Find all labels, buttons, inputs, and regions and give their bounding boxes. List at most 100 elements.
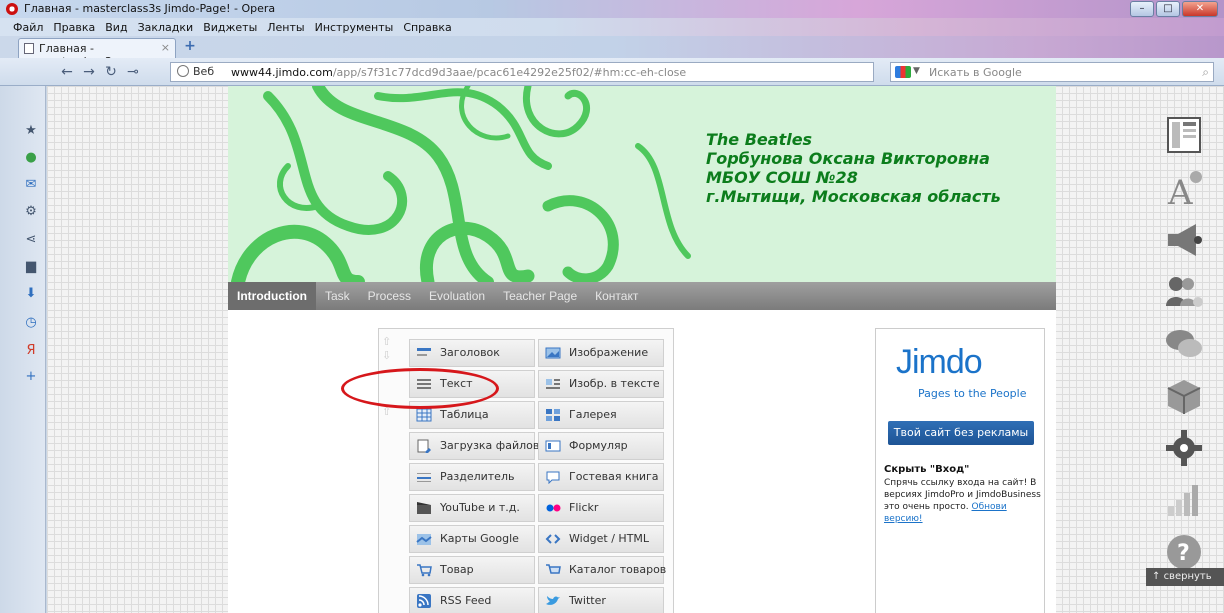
settings-gear-icon[interactable]	[1164, 428, 1204, 468]
chevron-down-icon[interactable]: ▼	[913, 66, 920, 76]
menu-tools[interactable]: Инструменты	[310, 18, 399, 37]
element-flickr[interactable]: Flickr	[538, 494, 664, 522]
address-field[interactable]: Веб www44.jimdo.com/app/s7f31c77dcd9d3aa…	[170, 62, 874, 82]
file-upload-icon	[417, 439, 431, 453]
chat-icon[interactable]	[1164, 324, 1204, 364]
google-icon[interactable]	[895, 66, 911, 78]
opera-logo-icon	[6, 3, 18, 15]
page-icon	[24, 43, 34, 54]
element-image-in-text[interactable]: Изобр. в тексте	[538, 370, 664, 398]
flickr-icon	[546, 504, 561, 512]
nav-introduction[interactable]: Introduction	[228, 282, 316, 310]
element-form[interactable]: Формуляр	[538, 432, 664, 460]
nav-contact[interactable]: Контакт	[586, 282, 647, 310]
security-badge[interactable]: Веб	[177, 65, 214, 78]
nav-teacher-page[interactable]: Teacher Page	[494, 282, 586, 310]
downloads-icon[interactable]: ⬇	[22, 285, 40, 303]
history-icon[interactable]: ◷	[22, 314, 40, 332]
hide-login-text: Спрячь ссылку входа на сайт! В версиях J…	[884, 478, 1041, 524]
element-file-upload[interactable]: Загрузка файлов	[409, 432, 539, 460]
help-icon[interactable]: ?	[1164, 532, 1204, 572]
jimdo-logo[interactable]: Jimdo Pages to the People	[896, 343, 1027, 400]
web-viewport: The Beatles Горбунова Оксана Викторовна …	[47, 86, 1224, 613]
jimdo-site: The Beatles Горбунова Оксана Викторовна …	[228, 86, 1056, 613]
users-add-icon[interactable]	[1164, 272, 1204, 312]
window-title: Главная - masterclass3s Jimdo-Page! - Op…	[24, 2, 276, 15]
jimdo-promo-box: Jimdo Pages to the People Твой сайт без …	[875, 328, 1045, 613]
image-icon	[545, 347, 561, 359]
header-line-3: МБОУ СОШ №28	[706, 168, 858, 187]
element-gallery[interactable]: Галерея	[538, 401, 664, 429]
add-panel-icon[interactable]: +	[22, 368, 40, 386]
new-tab-button[interactable]: +	[182, 39, 198, 54]
divider-icon	[417, 473, 431, 482]
nav-evoluation[interactable]: Evoluation	[420, 282, 494, 310]
menu-widgets[interactable]: Виджеты	[198, 18, 262, 37]
code-icon	[545, 534, 561, 544]
mail-icon[interactable]: ✉	[22, 176, 40, 194]
element-rss-feed[interactable]: RSS Feed	[409, 587, 535, 613]
back-arrow-icon[interactable]: ←	[58, 63, 76, 81]
tab-bar: Главная - masterclass3... × +	[0, 36, 1224, 68]
nav-process[interactable]: Process	[359, 282, 420, 310]
search-placeholder: Искать в Google	[929, 66, 1022, 79]
svg-text:?: ?	[1177, 541, 1190, 566]
header-text-block: The Beatles Горбунова Оксана Викторовна …	[706, 130, 1001, 206]
share-icon[interactable]: ⋖	[22, 231, 40, 249]
window-titlebar: Главная - masterclass3s Jimdo-Page! - Op…	[0, 0, 1224, 18]
maximize-button[interactable]: □	[1156, 1, 1180, 17]
tab-main[interactable]: Главная - masterclass3... ×	[18, 38, 176, 68]
menu-view[interactable]: Вид	[100, 18, 132, 37]
guestbook-icon	[546, 471, 560, 484]
minimize-button[interactable]: –	[1130, 1, 1154, 17]
key-icon[interactable]: ⊸	[124, 63, 142, 81]
element-twitter[interactable]: Twitter	[538, 587, 664, 613]
catalog-icon	[546, 564, 561, 574]
nav-task[interactable]: Task	[316, 282, 359, 310]
jimdo-logo-text: Jimdo	[896, 343, 983, 381]
search-icon[interactable]: ⌕	[1202, 65, 1209, 80]
floral-ornament-image	[231, 86, 691, 282]
opera-side-panel: ★ ● ✉ ⚙ ⋖ ▆ ⬇ ◷ Я +	[0, 86, 46, 613]
heading-icon	[417, 348, 431, 356]
statistics-bars-icon[interactable]	[1164, 480, 1204, 520]
close-button[interactable]: ✕	[1182, 1, 1218, 17]
notes-icon[interactable]: ▆	[22, 258, 40, 276]
reload-icon[interactable]: ↻	[102, 63, 120, 81]
star-icon[interactable]: ★	[22, 122, 40, 140]
megaphone-icon[interactable]	[1164, 220, 1204, 260]
collapse-toolbar-button[interactable]: ↑ свернуть	[1146, 568, 1224, 586]
menu-help[interactable]: Справка	[398, 18, 456, 37]
element-image[interactable]: Изображение	[538, 339, 664, 367]
gear-icon[interactable]: ⚙	[22, 203, 40, 221]
element-product[interactable]: Товар	[409, 556, 535, 584]
element-divider[interactable]: Разделитель	[409, 463, 535, 491]
svg-text:A: A	[1167, 173, 1193, 208]
font-style-icon[interactable]: A	[1164, 168, 1204, 208]
package-icon[interactable]	[1164, 376, 1204, 416]
window-controls: – □ ✕	[1130, 1, 1218, 17]
twitter-bird-icon	[546, 596, 560, 605]
layout-icon[interactable]	[1164, 116, 1204, 156]
jimdo-tagline: Pages to the People	[918, 387, 1027, 400]
search-field[interactable]: ▼ Искать в Google ⌕	[890, 62, 1214, 82]
image-text-icon	[546, 379, 560, 389]
element-heading[interactable]: Заголовок	[409, 339, 535, 367]
badge-label: Веб	[193, 65, 215, 78]
element-youtube[interactable]: YouTube и т.д.	[409, 494, 535, 522]
header-line-2: Горбунова Оксана Викторовна	[706, 149, 990, 168]
element-product-catalog[interactable]: Каталог товаров	[538, 556, 666, 584]
forward-arrow-icon[interactable]: →	[80, 63, 98, 81]
menu-file[interactable]: Файл	[8, 18, 48, 37]
yandex-icon[interactable]: Я	[22, 342, 40, 360]
menu-edit[interactable]: Правка	[48, 18, 100, 37]
menu-bookmarks[interactable]: Закладки	[133, 18, 199, 37]
menu-feeds[interactable]: Ленты	[262, 18, 309, 37]
remove-ads-button[interactable]: Твой сайт без рекламы	[888, 421, 1034, 445]
widgets-icon[interactable]: ●	[22, 149, 40, 167]
element-google-maps[interactable]: Карты Google	[409, 525, 535, 553]
tab-close-icon[interactable]: ×	[161, 41, 170, 54]
map-icon	[416, 534, 432, 545]
element-guestbook[interactable]: Гостевая книга	[538, 463, 664, 491]
element-widget-html[interactable]: Widget / HTML	[538, 525, 664, 553]
